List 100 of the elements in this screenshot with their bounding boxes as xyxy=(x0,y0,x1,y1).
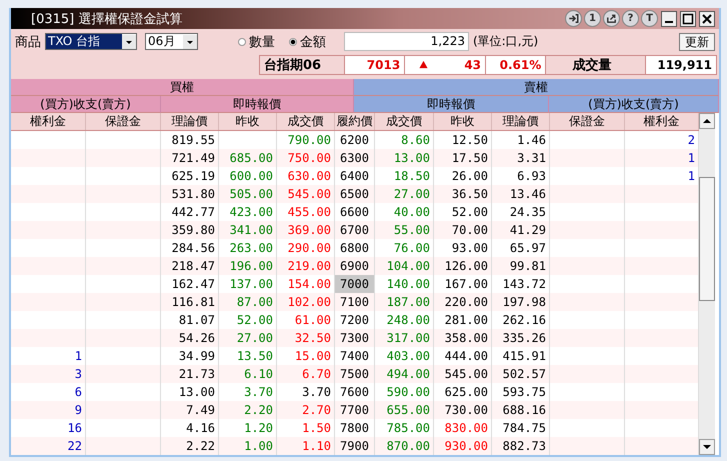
theoretical-price-cell: 197.98 xyxy=(502,295,546,309)
theoretical-price-cell: 721.49 xyxy=(172,151,215,165)
round-button[interactable]: ? xyxy=(622,10,639,28)
scrollbar[interactable] xyxy=(699,113,715,455)
previous-close-cell: 167.00 xyxy=(444,277,488,291)
previous-close-cell: 1.20 xyxy=(244,421,273,435)
column-header: 履約價 xyxy=(335,113,375,130)
theoretical-price-cell: 688.16 xyxy=(502,403,546,417)
last-price-cell: 870.00 xyxy=(386,439,430,453)
previous-close-cell: 220.00 xyxy=(444,295,488,309)
last-price-cell: 219.00 xyxy=(288,259,331,273)
scroll-up-icon[interactable] xyxy=(699,113,715,129)
previous-close-cell: 52.00 xyxy=(452,205,488,219)
last-price-cell: 369.00 xyxy=(288,223,331,237)
last-price-cell: 154.00 xyxy=(288,277,331,291)
theoretical-price-cell: 359.80 xyxy=(172,223,215,237)
theoretical-price-cell: 6.93 xyxy=(517,169,546,183)
minimize-icon[interactable] xyxy=(661,10,677,27)
premium-cell: 1 xyxy=(688,151,695,165)
round-button[interactable]: T xyxy=(641,10,658,28)
last-price-cell: 15.00 xyxy=(294,349,331,363)
strike-price-cell: 7700 xyxy=(340,403,369,417)
previous-close-cell: 930.00 xyxy=(444,439,488,453)
theoretical-price-cell: 1.46 xyxy=(517,133,546,147)
volume-value: 119,911 xyxy=(646,56,716,74)
strike-price-cell: 7300 xyxy=(340,331,369,345)
theoretical-price-cell: 262.16 xyxy=(502,313,546,327)
strike-price-cell: 6500 xyxy=(340,187,369,201)
last-price-cell: 18.50 xyxy=(394,169,430,183)
strike-price-cell: 6400 xyxy=(340,169,369,183)
theoretical-price-cell: 41.29 xyxy=(510,223,546,237)
theoretical-price-cell: 442.77 xyxy=(172,205,215,219)
product-dropdown[interactable]: TXO 台指 xyxy=(45,33,137,50)
subgroup-header: 即時報價 xyxy=(161,96,354,113)
maximize-icon[interactable] xyxy=(680,10,696,27)
export-icon[interactable] xyxy=(603,10,620,28)
premium-cell: 1 xyxy=(688,169,695,183)
strike-price-cell: 7000 xyxy=(340,277,369,291)
previous-close-cell: 505.00 xyxy=(230,187,273,201)
last-price-cell: 248.00 xyxy=(386,313,430,327)
strike-price-cell: 7900 xyxy=(340,439,369,453)
previous-close-cell: 36.50 xyxy=(452,187,488,201)
round-button[interactable]: 1 xyxy=(584,10,601,28)
strike-price-cell: 6200 xyxy=(340,133,369,147)
premium-cell: 6 xyxy=(74,385,82,399)
last-price-cell: 750.00 xyxy=(288,151,331,165)
column-header: 權利金 xyxy=(11,113,86,130)
last-price-cell: 32.50 xyxy=(294,331,331,345)
previous-close-cell: 52.00 xyxy=(236,313,273,327)
strike-price-cell: 7800 xyxy=(340,421,369,435)
scroll-down-icon[interactable] xyxy=(699,439,715,455)
previous-close-cell: 600.00 xyxy=(230,169,273,183)
strike-price-cell: 7400 xyxy=(340,349,369,363)
futures-price: 7013 xyxy=(344,56,406,74)
mode-radio[interactable]: 數量 xyxy=(238,32,275,51)
column-header: 成交價 xyxy=(375,113,434,130)
premium-cell: 22 xyxy=(68,439,82,453)
scroll-thumb[interactable] xyxy=(699,177,715,301)
mode-radio[interactable]: 金額 xyxy=(289,32,326,51)
last-price-cell: 187.00 xyxy=(386,295,430,309)
premium-cell: 1 xyxy=(74,349,82,363)
theoretical-price-cell: 502.57 xyxy=(502,367,546,381)
column-header: 理論價 xyxy=(492,113,550,130)
previous-close-cell: 12.50 xyxy=(452,133,488,147)
group-header: 買權 xyxy=(11,79,354,96)
theoretical-price-cell: 218.47 xyxy=(172,259,215,273)
last-price-cell: 290.00 xyxy=(288,241,331,255)
last-price-cell: 13.00 xyxy=(394,151,430,165)
strike-price-cell: 6900 xyxy=(340,259,369,273)
previous-close-cell: 27.00 xyxy=(236,331,273,345)
strike-price-cell: 7200 xyxy=(340,313,369,327)
theoretical-price-cell: 34.99 xyxy=(178,349,215,363)
month-dropdown[interactable]: 06月 xyxy=(145,33,198,50)
premium-cell: 3 xyxy=(74,367,82,381)
last-price-cell: 6.70 xyxy=(302,367,331,381)
previous-close-cell: 423.00 xyxy=(230,205,273,219)
subgroup-header: (買方)收支(賣方) xyxy=(11,96,161,113)
previous-close-cell: 137.00 xyxy=(230,277,273,291)
last-price-cell: 545.00 xyxy=(288,187,331,201)
amount-field[interactable]: 1,223 xyxy=(344,32,469,52)
strike-price-cell: 6700 xyxy=(340,223,369,237)
last-price-cell: 1.50 xyxy=(302,421,331,435)
last-price-cell: 790.00 xyxy=(288,133,331,147)
theoretical-price-cell: 13.00 xyxy=(178,385,215,399)
last-price-cell: 1.10 xyxy=(302,439,331,453)
last-price-cell: 655.00 xyxy=(386,403,430,417)
theoretical-price-cell: 4.16 xyxy=(186,421,215,435)
theoretical-price-cell: 24.35 xyxy=(510,205,546,219)
last-price-cell: 3.70 xyxy=(302,385,331,399)
subgroup-header: 即時報價 xyxy=(354,96,549,113)
previous-close-cell: 196.00 xyxy=(230,259,273,273)
strike-price-cell: 6800 xyxy=(340,241,369,255)
refresh-button[interactable]: 更新 xyxy=(679,32,715,51)
previous-close-cell: 341.00 xyxy=(230,223,273,237)
strike-price-cell: 7600 xyxy=(340,385,369,399)
column-header: 成交價 xyxy=(277,113,335,130)
previous-close-cell: 70.00 xyxy=(452,223,488,237)
previous-close-cell: 730.00 xyxy=(444,403,488,417)
theoretical-price-cell: 784.75 xyxy=(502,421,546,435)
close-icon[interactable] xyxy=(699,10,715,27)
